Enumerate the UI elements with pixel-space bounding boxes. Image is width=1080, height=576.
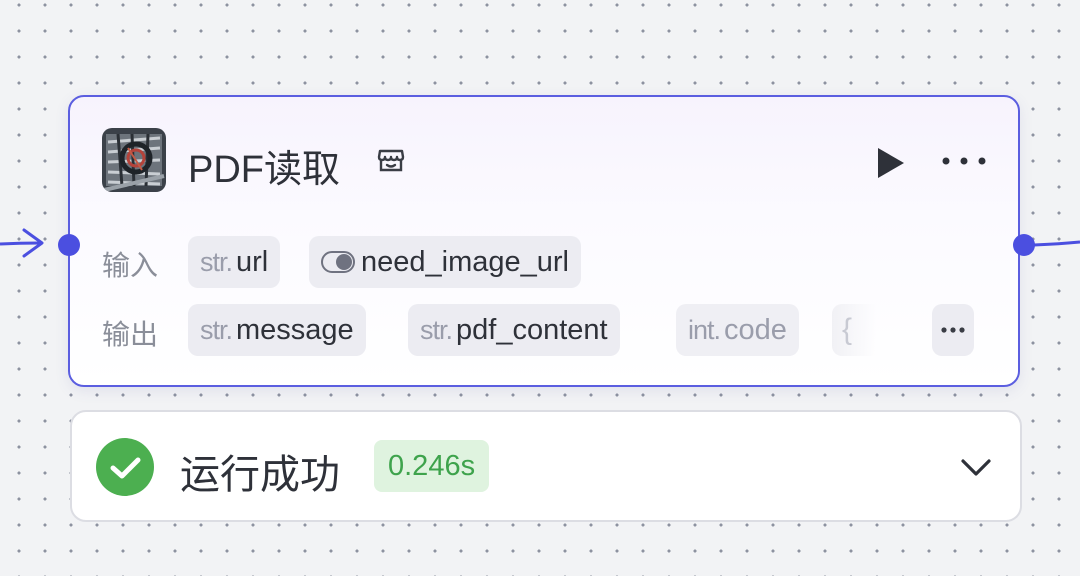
run-status-text: 运行成功 <box>180 453 340 497</box>
check-circle-icon <box>96 438 154 496</box>
input-port[interactable] <box>58 234 80 256</box>
output-param-truncated: { <box>832 304 876 356</box>
param-type: str. <box>200 246 233 277</box>
param-type: int. <box>688 314 721 345</box>
output-param-code[interactable]: int. code <box>676 304 799 356</box>
incoming-edge <box>0 228 44 258</box>
inputs-label: 输入 <box>102 250 159 281</box>
more-outputs-button[interactable] <box>932 304 974 356</box>
node-title: PDF读取 <box>188 149 341 191</box>
param-type: str. <box>420 314 453 345</box>
param-name: need_image_url <box>361 245 569 278</box>
output-param-pdf-content[interactable]: str. pdf_content <box>408 304 620 356</box>
param-name: pdf_content <box>456 313 608 346</box>
pdf-reader-thumbnail-icon <box>102 128 166 192</box>
output-port[interactable] <box>1013 234 1035 256</box>
duration-badge: 0.246s <box>374 440 490 492</box>
more-horizontal-icon <box>941 327 965 333</box>
output-param-message[interactable]: str. message <box>188 304 366 356</box>
chevron-down-icon[interactable] <box>958 454 994 480</box>
outputs-label: 输出 <box>102 319 159 350</box>
input-param-need-image-url[interactable]: need_image_url <box>309 236 581 288</box>
param-name: url <box>236 245 269 278</box>
outgoing-edge <box>1033 240 1080 247</box>
param-name: message <box>236 313 354 346</box>
store-icon <box>377 149 405 172</box>
toggle-icon <box>321 251 355 273</box>
input-param-url[interactable]: str. url <box>188 236 281 288</box>
param-type: str. <box>200 314 233 345</box>
param-name: code <box>724 313 787 346</box>
more-options-button[interactable] <box>940 150 988 172</box>
run-button[interactable] <box>874 146 906 180</box>
